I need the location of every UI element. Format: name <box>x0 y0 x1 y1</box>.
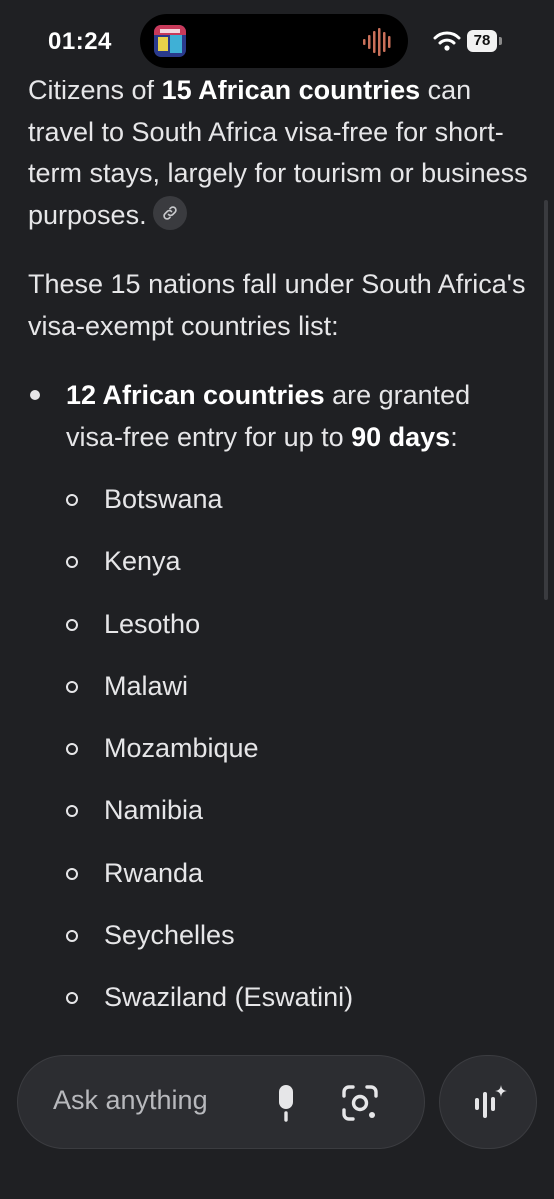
list-bullet <box>66 680 78 693</box>
battery-indicator: 78 <box>467 30 503 52</box>
list-item: Mozambique <box>66 727 526 789</box>
live-mode-button[interactable] <box>439 1055 537 1149</box>
country-list: Botswana Kenya Lesotho Malawi Mozambique… <box>66 478 526 1039</box>
bullet-text: 12 African countries are granted visa-fr… <box>66 380 471 452</box>
list-item: Kenya <box>66 540 526 602</box>
response-paragraph-intro: Citizens of 15 African countries can tra… <box>28 75 528 231</box>
status-time: 01:24 <box>48 28 112 55</box>
list-item: Namibia <box>66 789 526 851</box>
response-paragraph-list-intro: These 15 nations fall under South Africa… <box>28 269 526 341</box>
status-bar: 01:24 78 <box>0 0 554 80</box>
scrollbar[interactable] <box>544 200 548 600</box>
list-bullet <box>66 805 78 818</box>
live-sparkle-icon <box>475 1085 507 1118</box>
list-bullet <box>66 930 78 943</box>
list-bullet <box>66 867 78 880</box>
ask-input-placeholder[interactable]: Ask anything <box>53 1085 208 1116</box>
battery-nub <box>499 37 502 45</box>
list-item: Lesotho <box>66 603 526 665</box>
list-item: Botswana <box>66 478 526 540</box>
now-playing-thumbnail <box>154 25 186 57</box>
source-link-button[interactable] <box>152 196 187 231</box>
list-item: Rwanda <box>66 852 526 914</box>
link-icon <box>162 206 177 221</box>
bullet-dot <box>30 390 40 400</box>
audio-waveform-icon <box>363 28 391 56</box>
microphone-icon[interactable] <box>270 1083 302 1123</box>
list-item: Malawi <box>66 665 526 727</box>
list-bullet <box>66 494 78 506</box>
wifi-icon <box>433 31 461 51</box>
list-bullet <box>66 618 78 631</box>
list-bullet <box>66 992 78 1005</box>
list-bullet <box>66 556 78 569</box>
dynamic-island[interactable] <box>140 14 408 68</box>
list-bullet <box>66 743 78 756</box>
ask-input-bar[interactable]: Ask anything <box>17 1055 425 1149</box>
list-item: Seychelles <box>66 914 526 976</box>
battery-level: 78 <box>467 30 497 52</box>
camera-lens-icon[interactable] <box>340 1083 380 1123</box>
